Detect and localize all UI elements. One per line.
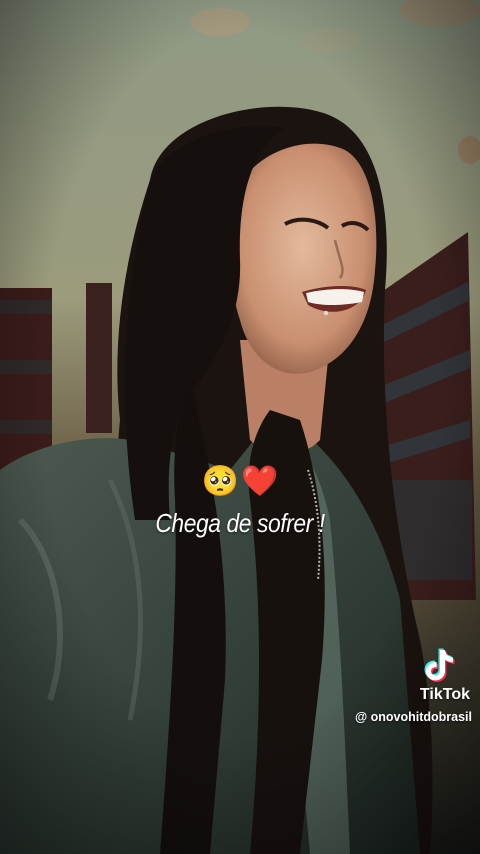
- caption-emojis: 🥺❤️: [0, 462, 480, 502]
- tiktok-brand-name: TikTok: [419, 686, 470, 703]
- creator-handle: @ onovohitdobrasil: [354, 710, 472, 724]
- red-heart-emoji: ❤️: [241, 464, 279, 499]
- pleading-face-emoji: 🥺: [201, 464, 239, 499]
- caption-text: Chega de sofrer !: [155, 508, 325, 538]
- video-background: [0, 0, 480, 854]
- tiktok-watermark: TikTok @ onovohitdobrasil: [355, 646, 472, 724]
- tiktok-logo-icon: [424, 648, 455, 682]
- video-frame[interactable]: 🥺❤️ Chega de sofrer ! TikTok @ onovohitd…: [0, 0, 480, 854]
